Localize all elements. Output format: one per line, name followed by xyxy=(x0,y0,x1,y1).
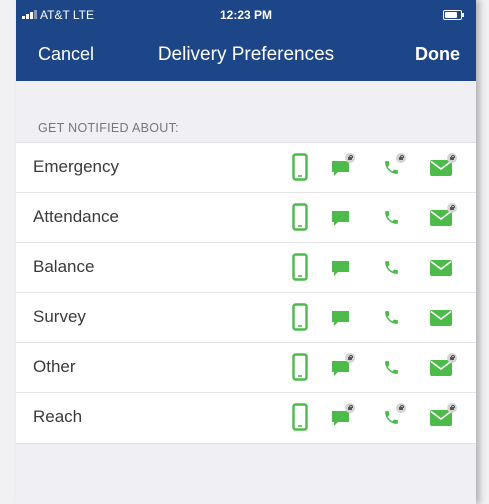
email-envelope-icon[interactable] xyxy=(430,193,460,242)
phone-call-icon[interactable] xyxy=(383,193,413,242)
phone-call-icon[interactable] xyxy=(383,393,413,442)
phone-call-icon[interactable] xyxy=(383,343,413,392)
sms-chat-icon[interactable] xyxy=(331,293,361,342)
mobile-device-icon[interactable] xyxy=(282,243,312,292)
sms-chat-icon[interactable] xyxy=(331,143,361,192)
row-label: Survey xyxy=(33,307,86,326)
lock-icon xyxy=(396,153,406,163)
row-label: Emergency xyxy=(33,157,119,176)
sms-chat-icon[interactable] xyxy=(331,243,361,292)
lock-icon xyxy=(345,153,355,163)
row-label: Attendance xyxy=(33,207,120,226)
clock: 12:23 PM xyxy=(219,8,273,22)
lock-icon xyxy=(447,153,457,163)
row-label: Balance xyxy=(33,257,95,276)
section-header: GET NOTIFIED ABOUT: xyxy=(38,121,179,135)
table-row: Survey xyxy=(16,293,476,343)
row-label: Other xyxy=(33,357,76,376)
sms-chat-icon[interactable] xyxy=(331,393,361,442)
lock-icon xyxy=(447,403,457,413)
mobile-device-icon[interactable] xyxy=(282,393,312,442)
email-envelope-icon[interactable] xyxy=(430,343,460,392)
sms-chat-icon[interactable] xyxy=(331,343,361,392)
lock-icon xyxy=(396,403,406,413)
email-envelope-icon[interactable] xyxy=(430,143,460,192)
mobile-device-icon[interactable] xyxy=(282,143,312,192)
email-envelope-icon[interactable] xyxy=(430,243,460,292)
table-row: Attendance xyxy=(16,193,476,243)
email-envelope-icon[interactable] xyxy=(430,393,460,442)
table-row: Emergency xyxy=(16,143,476,193)
table-row: Balance xyxy=(16,243,476,293)
app-screen: AT&T LTE 12:23 PM Cancel Delivery Prefer… xyxy=(16,0,476,504)
lock-icon xyxy=(345,353,355,363)
phone-call-icon[interactable] xyxy=(383,293,413,342)
table-row: Reach xyxy=(16,393,476,443)
phone-call-icon[interactable] xyxy=(383,143,413,192)
navigation-bar: AT&T LTE 12:23 PM Cancel Delivery Prefer… xyxy=(16,0,476,81)
lock-icon xyxy=(345,403,355,413)
email-envelope-icon[interactable] xyxy=(430,293,460,342)
status-bar: AT&T LTE 12:23 PM xyxy=(16,0,476,24)
lock-icon xyxy=(447,353,457,363)
mobile-device-icon[interactable] xyxy=(282,293,312,342)
row-label: Reach xyxy=(33,407,83,426)
mobile-device-icon[interactable] xyxy=(282,343,312,392)
table-row: Other xyxy=(16,343,476,393)
battery-icon xyxy=(443,10,464,20)
mobile-device-icon[interactable] xyxy=(282,193,312,242)
preferences-list: Emergency Attendance Balance Survey Other Rea… xyxy=(16,142,476,444)
page-title: Delivery Preferences xyxy=(157,44,335,65)
sms-chat-icon[interactable] xyxy=(331,193,361,242)
lock-icon xyxy=(447,203,457,213)
done-button[interactable]: Done xyxy=(415,44,460,65)
phone-call-icon[interactable] xyxy=(383,243,413,292)
